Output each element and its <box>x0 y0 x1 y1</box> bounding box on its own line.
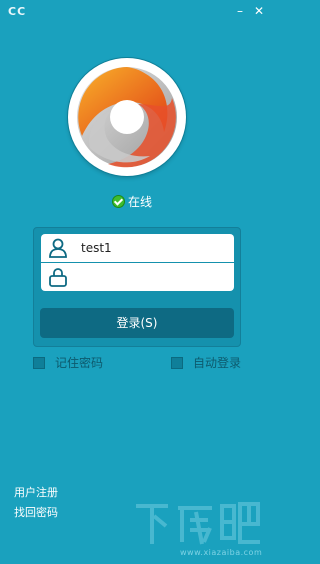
username-field-wrapper <box>41 234 234 262</box>
password-field-wrapper <box>41 263 234 291</box>
login-panel: 登录(S) <box>33 227 241 347</box>
auto-login-option[interactable]: 自动登录 <box>171 354 241 371</box>
remember-password-label[interactable]: 记住密码 <box>55 354 103 371</box>
status-text: 在线 <box>128 194 153 209</box>
auto-login-label[interactable]: 自动登录 <box>193 354 241 371</box>
recover-password-link[interactable]: 找回密码 <box>14 504 58 520</box>
login-button[interactable]: 登录(S) <box>40 308 234 338</box>
app-title: CC <box>8 5 27 18</box>
close-button[interactable]: ✕ <box>252 3 266 19</box>
auto-login-checkbox[interactable] <box>171 356 183 369</box>
watermark-url: www.xiazaiba.com <box>180 548 263 557</box>
swirl-logo-icon <box>77 67 177 168</box>
password-input[interactable] <box>81 270 221 284</box>
watermark-logo <box>136 502 260 545</box>
remember-password-option[interactable]: 记住密码 <box>33 354 103 371</box>
minimize-button[interactable]: – <box>233 3 247 19</box>
register-link[interactable]: 用户注册 <box>14 484 58 500</box>
user-icon <box>49 238 67 258</box>
username-input[interactable] <box>81 241 221 255</box>
online-status[interactable]: 在线 <box>112 192 152 210</box>
title-bar: CC – ✕ <box>0 0 269 26</box>
remember-password-checkbox[interactable] <box>33 356 45 369</box>
app-logo <box>68 58 186 176</box>
online-check-icon <box>112 194 125 208</box>
lock-icon <box>49 268 67 287</box>
